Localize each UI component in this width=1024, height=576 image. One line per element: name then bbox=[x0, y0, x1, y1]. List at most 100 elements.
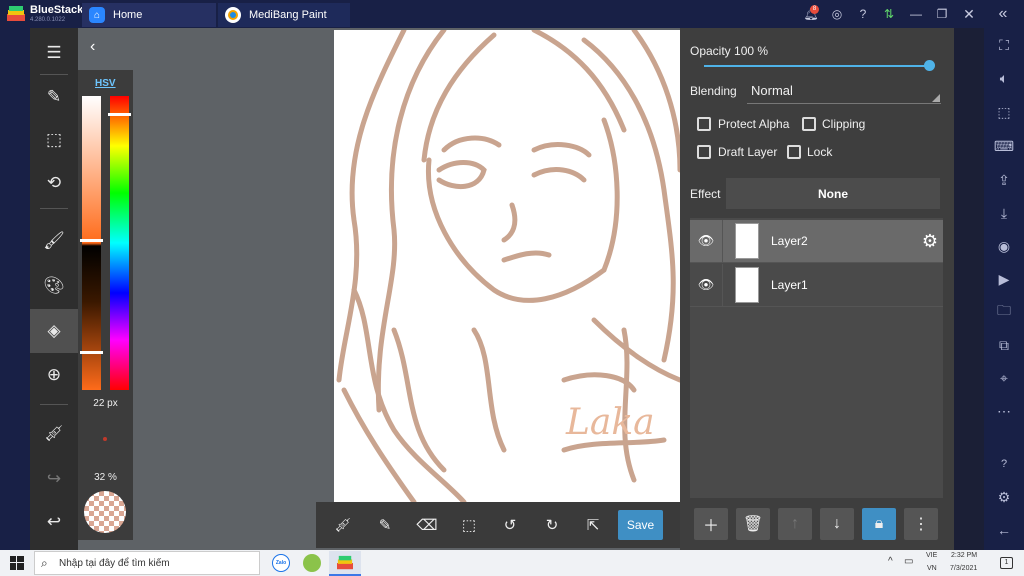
zalo-app-icon[interactable]: Zalo bbox=[272, 554, 290, 572]
undo-icon[interactable]: ↩ bbox=[30, 500, 78, 544]
drawing-canvas[interactable]: Laka bbox=[334, 30, 680, 502]
brightness-slider[interactable] bbox=[82, 96, 101, 390]
color-mode-tab[interactable]: HSV bbox=[95, 78, 116, 89]
restore-icon[interactable]: ❐ bbox=[933, 5, 951, 23]
more-icon[interactable]: ⋯ bbox=[994, 401, 1014, 421]
materials-icon[interactable]: ⊕ bbox=[30, 353, 78, 397]
opacity-label: Opacity 100 % bbox=[690, 44, 769, 58]
palette-icon[interactable]: 🎨︎ bbox=[30, 264, 78, 308]
brush-icon[interactable]: 🖌︎ bbox=[30, 219, 78, 263]
effect-button[interactable]: None bbox=[726, 178, 940, 209]
blending-select[interactable]: Normal bbox=[747, 80, 941, 104]
rotate-left-icon[interactable]: ↺ bbox=[499, 514, 521, 536]
folder-icon[interactable]: 🗀 bbox=[994, 302, 1014, 322]
add-layer-button[interactable]: ＋ bbox=[694, 508, 728, 540]
tray-chevron-icon[interactable]: ^ bbox=[888, 556, 893, 567]
edit-icon[interactable]: ✎ bbox=[30, 75, 78, 119]
protect-alpha-checkbox[interactable] bbox=[697, 117, 711, 131]
collapse-panel-icon[interactable]: ‹ bbox=[90, 38, 95, 56]
selection-icon[interactable]: ⬚ bbox=[30, 118, 78, 162]
browser-app-icon[interactable] bbox=[303, 554, 321, 572]
pointer-icon[interactable]: ⬚ bbox=[994, 102, 1014, 122]
help-sidebar-icon[interactable]: ? bbox=[994, 454, 1014, 474]
taskbar-search[interactable]: ⌕ Nhập tại đây để tìm kiếm bbox=[34, 551, 260, 575]
bluestacks-logo-icon bbox=[6, 5, 26, 23]
tab-medibang[interactable]: MediBang Paint bbox=[218, 3, 350, 27]
hue-handle[interactable] bbox=[108, 113, 131, 116]
clipping-label: Clipping bbox=[822, 117, 866, 131]
clock-time[interactable]: 2:32 PM bbox=[951, 552, 977, 559]
screenshot-icon[interactable]: ◉ bbox=[994, 236, 1014, 256]
layer-thumbnail bbox=[735, 223, 759, 259]
protect-alpha-label: Protect Alpha bbox=[718, 117, 790, 131]
network-icon[interactable]: ▭ bbox=[904, 556, 913, 567]
home-icon: ⌂ bbox=[89, 7, 105, 23]
medibang-app-icon bbox=[225, 7, 241, 23]
menu-icon[interactable]: ☰ bbox=[30, 31, 78, 75]
fullscreen-icon[interactable]: ⛶ bbox=[994, 35, 1014, 55]
brightness-handle-bottom[interactable] bbox=[80, 351, 103, 354]
collapse-sidebar-icon[interactable]: « bbox=[994, 5, 1012, 23]
help-icon[interactable]: ? bbox=[854, 5, 872, 23]
move-layer-up-button[interactable]: ↑ bbox=[778, 508, 812, 540]
close-icon[interactable]: ✕ bbox=[960, 5, 978, 23]
layer-row[interactable]: 👁︎ Layer2 ⚙ bbox=[690, 219, 943, 263]
bluestacks-taskbar-icon[interactable] bbox=[329, 551, 361, 576]
lock-layer-button[interactable]: 🔒︎ bbox=[862, 508, 896, 540]
tab-medibang-label: MediBang Paint bbox=[249, 9, 327, 21]
notification-center-icon[interactable]: 1 bbox=[1000, 557, 1013, 569]
blending-label: Blending bbox=[690, 84, 737, 98]
search-placeholder: Nhập tại đây để tìm kiếm bbox=[59, 558, 170, 569]
record-icon[interactable]: ▶ bbox=[994, 269, 1014, 289]
windows-start-icon[interactable] bbox=[10, 556, 24, 570]
multi-instance-icon[interactable]: ⧉ bbox=[994, 335, 1014, 355]
tab-home[interactable]: ⌂ Home bbox=[82, 3, 216, 27]
download-icon[interactable]: ⤓ bbox=[994, 203, 1014, 223]
brush-opacity-label: 32 % bbox=[94, 472, 117, 483]
account-icon[interactable]: ◎ bbox=[828, 5, 846, 23]
volume-icon[interactable]: 🔈︎ bbox=[994, 68, 1014, 88]
draft-layer-checkbox[interactable] bbox=[697, 145, 711, 159]
sync-icon[interactable]: ⇅ bbox=[880, 5, 898, 23]
opacity-slider-track[interactable] bbox=[704, 65, 930, 67]
eyedropper-icon[interactable]: 💉︎ bbox=[30, 412, 78, 456]
deselect-icon[interactable]: ⬚ bbox=[458, 514, 480, 536]
clock-date[interactable]: 7/3/2021 bbox=[950, 565, 977, 572]
layer-more-button[interactable]: ⋮ bbox=[904, 508, 938, 540]
settings-icon[interactable]: ⚙ bbox=[994, 487, 1014, 507]
blending-value: Normal bbox=[751, 83, 793, 98]
lock-checkbox[interactable] bbox=[787, 145, 801, 159]
brightness-handle-top[interactable] bbox=[80, 239, 103, 242]
back-icon[interactable]: ← bbox=[994, 520, 1014, 540]
install-apk-icon[interactable]: ⇪ bbox=[994, 170, 1014, 190]
location-icon[interactable]: ⌖ bbox=[994, 368, 1014, 388]
hue-slider[interactable] bbox=[110, 96, 129, 390]
canvas-signature: Laka bbox=[566, 402, 655, 443]
brush-size-dot bbox=[103, 437, 107, 441]
current-color-swatch[interactable] bbox=[84, 491, 126, 533]
layer-row[interactable]: 👁︎ Layer1 bbox=[690, 263, 943, 307]
eyedropper-tool-icon[interactable]: 💉︎ bbox=[332, 514, 354, 536]
redo-icon[interactable]: ↪ bbox=[30, 457, 78, 501]
gear-icon[interactable]: ⚙ bbox=[922, 231, 938, 252]
eraser-tool-icon[interactable]: ⌫ bbox=[416, 514, 438, 536]
layers-icon[interactable]: ◈ bbox=[30, 309, 78, 353]
divider bbox=[40, 404, 68, 405]
language-bottom[interactable]: VN bbox=[927, 565, 937, 572]
divider bbox=[40, 208, 68, 209]
keyboard-icon[interactable]: ⌨ bbox=[994, 136, 1014, 156]
transform-icon[interactable]: ⟲ bbox=[30, 161, 78, 205]
opacity-slider-handle[interactable] bbox=[924, 60, 935, 71]
lock-label: Lock bbox=[807, 145, 833, 159]
eye-icon[interactable]: 👁︎ bbox=[690, 277, 722, 293]
minimize-icon[interactable]: — bbox=[907, 5, 925, 23]
clipping-checkbox[interactable] bbox=[802, 117, 816, 131]
pen-tool-icon[interactable]: ✎ bbox=[374, 514, 396, 536]
delete-layer-button[interactable]: 🗑︎ bbox=[736, 508, 770, 540]
rotate-right-icon[interactable]: ↻ bbox=[541, 514, 563, 536]
language-top[interactable]: VIE bbox=[926, 552, 937, 559]
eye-icon[interactable]: 👁︎ bbox=[690, 233, 722, 249]
share-icon[interactable]: ⇱ bbox=[582, 514, 604, 536]
save-button[interactable]: Save bbox=[618, 510, 663, 540]
move-layer-down-button[interactable]: ↓ bbox=[820, 508, 854, 540]
